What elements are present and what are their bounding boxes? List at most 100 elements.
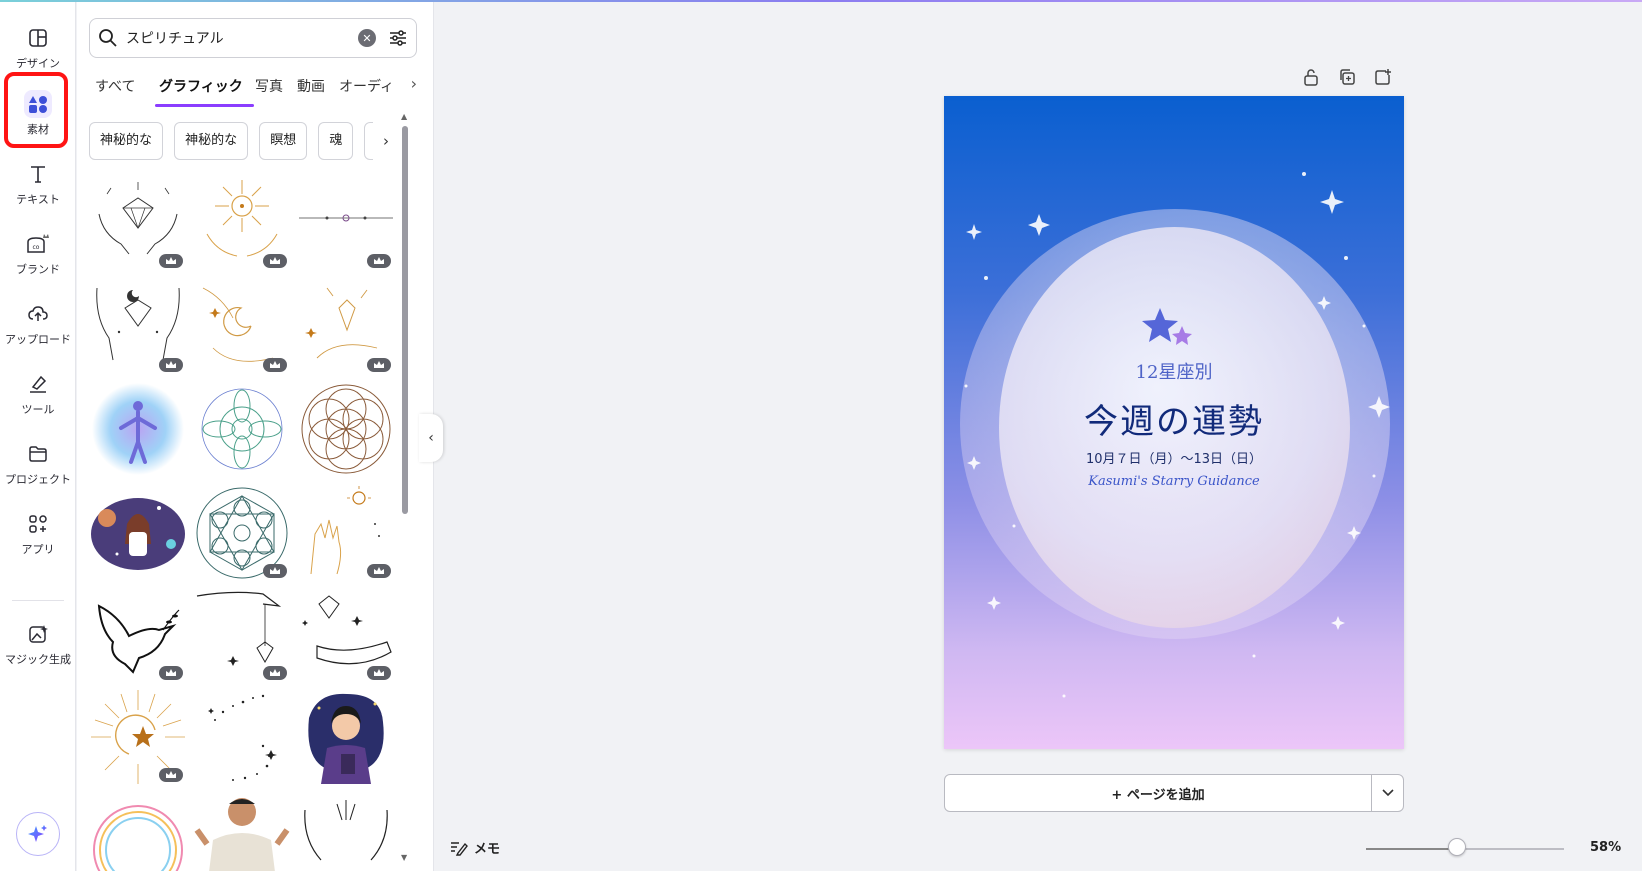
notes-label: メモ (474, 842, 501, 857)
graphic-divider-line[interactable] (297, 174, 395, 272)
graphic-hand-sun-stars[interactable] (297, 484, 395, 582)
tab-photos[interactable]: 写真 (255, 76, 283, 96)
graphic-sunburst-moon[interactable] (89, 688, 187, 786)
scroll-down-icon[interactable]: ▼ (401, 853, 407, 862)
rail-separator (12, 600, 64, 601)
graphic-praying-man[interactable] (193, 790, 291, 871)
collapse-panel-button[interactable]: ‹ (419, 414, 443, 462)
graphic-gold-moon-stars[interactable] (193, 278, 291, 376)
add-page-icon[interactable] (1372, 66, 1394, 88)
notes-icon (451, 841, 468, 856)
graphics-grid (89, 174, 399, 871)
premium-crown-icon (367, 358, 391, 372)
graphic-hands-heart[interactable] (89, 174, 187, 272)
rail-item-uploads[interactable]: アップロード (0, 292, 76, 354)
rail-item-projects[interactable]: プロジェクト (0, 432, 76, 494)
design-date[interactable]: 10月７日（月）〜13日（日） (944, 448, 1404, 467)
premium-crown-icon (263, 564, 287, 578)
tab-all[interactable]: すべて (95, 76, 135, 96)
premium-crown-icon (159, 358, 183, 372)
tab-audio[interactable]: オーディ (339, 76, 397, 96)
folder-icon (24, 440, 52, 468)
graphic-cosmic-woman[interactable] (89, 484, 187, 582)
magic-assistant-button[interactable] (16, 812, 60, 856)
tab-videos[interactable]: 動画 (297, 76, 325, 96)
chevron-right-icon[interactable]: › (411, 74, 417, 93)
premium-crown-icon (367, 666, 391, 680)
draw-icon (24, 370, 52, 398)
zoom-slider-knob[interactable] (1448, 838, 1467, 856)
design-subtitle[interactable]: 12星座別 (944, 358, 1404, 384)
magic-media-icon (24, 620, 52, 648)
panel-scrollbar[interactable]: ▲ ▼ (401, 112, 409, 862)
rail-item-label: アップロード (5, 332, 71, 346)
lock-icon[interactable] (1300, 66, 1322, 88)
elements-panel: ✕ すべて グラフィック 写真 動画 オーディ › 神秘的な 神秘的な 瞑想 魂… (77, 2, 434, 871)
notes-button[interactable]: メモ (450, 838, 500, 857)
add-page-button[interactable]: + ページを追加 (945, 775, 1371, 811)
filter-icon[interactable] (388, 28, 408, 48)
design-title[interactable]: 今週の運勢 (944, 394, 1404, 443)
graphic-hand-heart-stars[interactable] (297, 586, 395, 684)
zoom-percentage[interactable]: 58% (1590, 840, 1621, 855)
brand-icon: co (24, 230, 52, 258)
rail-item-design[interactable]: デザイン (0, 16, 76, 78)
add-page-bar: + ページを追加 (944, 774, 1404, 812)
premium-crown-icon (263, 358, 287, 372)
rail-item-text[interactable]: テキスト (0, 152, 76, 214)
search-icon (99, 29, 117, 47)
content-tabs: すべて グラフィック 写真 動画 オーディ › (89, 72, 417, 108)
sparkle-icon (28, 825, 47, 842)
rail-item-magic-media[interactable]: マジック生成 (0, 612, 76, 674)
search-box[interactable]: ✕ (89, 18, 417, 58)
add-page-dropdown[interactable] (1371, 775, 1403, 811)
rail-item-tools[interactable]: ツール (0, 362, 76, 424)
graphic-sun-hands[interactable] (193, 174, 291, 272)
svg-text:co: co (33, 244, 40, 251)
design-page[interactable]: 12星座別 今週の運勢 10月７日（月）〜13日（日） Kasumi's Sta… (944, 96, 1404, 749)
rail-item-label: アプリ (21, 542, 55, 556)
rail-item-label: デザイン (16, 56, 60, 70)
graphic-metatron-cube[interactable] (193, 484, 291, 582)
chip-suggestion[interactable]: 神秘的な (89, 122, 164, 160)
active-tab-indicator (155, 104, 254, 107)
graphic-glowing-figure[interactable] (89, 380, 187, 478)
scroll-up-icon[interactable]: ▲ (401, 112, 407, 121)
graphic-hands-radiance[interactable] (297, 790, 395, 871)
rail-item-label: ツール (21, 402, 55, 416)
scrollbar-thumb[interactable] (402, 126, 408, 514)
graphic-fortune-teller[interactable] (297, 688, 395, 786)
premium-crown-icon (263, 666, 287, 680)
premium-crown-icon (367, 564, 391, 578)
chip-suggestion[interactable]: 瞑想 (259, 122, 308, 160)
graphic-hands-crystal-heart[interactable] (89, 278, 187, 376)
rail-item-label: ブランド (16, 262, 60, 276)
rail-item-label: マジック生成 (5, 652, 71, 666)
tab-graphics[interactable]: グラフィック (159, 76, 243, 96)
duplicate-page-icon[interactable] (1336, 66, 1358, 88)
premium-crown-icon (263, 254, 287, 268)
graphic-gold-crystal-leaves[interactable] (297, 278, 395, 376)
chevron-right-icon[interactable]: › (373, 122, 399, 160)
premium-crown-icon (367, 254, 391, 268)
premium-crown-icon (159, 666, 183, 680)
graphic-hand-pendulum[interactable] (193, 586, 291, 684)
graphic-flower-of-life[interactable] (297, 380, 395, 478)
rail-item-apps[interactable]: アプリ (0, 502, 76, 564)
graphic-peace-dove[interactable] (89, 586, 187, 684)
text-icon (24, 160, 52, 188)
clear-search-button[interactable]: ✕ (358, 29, 376, 47)
rail-item-brand[interactable]: co ブランド (0, 222, 76, 284)
rail-item-label: テキスト (16, 192, 60, 206)
chip-suggestion[interactable]: 魂 (318, 122, 354, 160)
graphic-rainbow-mandala[interactable] (89, 790, 187, 871)
chip-suggestion[interactable]: 神秘的な (174, 122, 249, 160)
design-signature[interactable]: Kasumi's Starry Guidance (944, 474, 1404, 489)
graphic-green-mandala[interactable] (193, 380, 291, 478)
rail-item-elements[interactable]: 素材 (0, 82, 76, 144)
premium-crown-icon (159, 768, 183, 782)
zoom-slider-fill (1366, 848, 1458, 850)
graphic-star-swirl[interactable] (193, 688, 291, 786)
suggestion-chips: 神秘的な 神秘的な 瞑想 魂 夕 › (89, 122, 399, 162)
search-input[interactable] (126, 30, 358, 46)
